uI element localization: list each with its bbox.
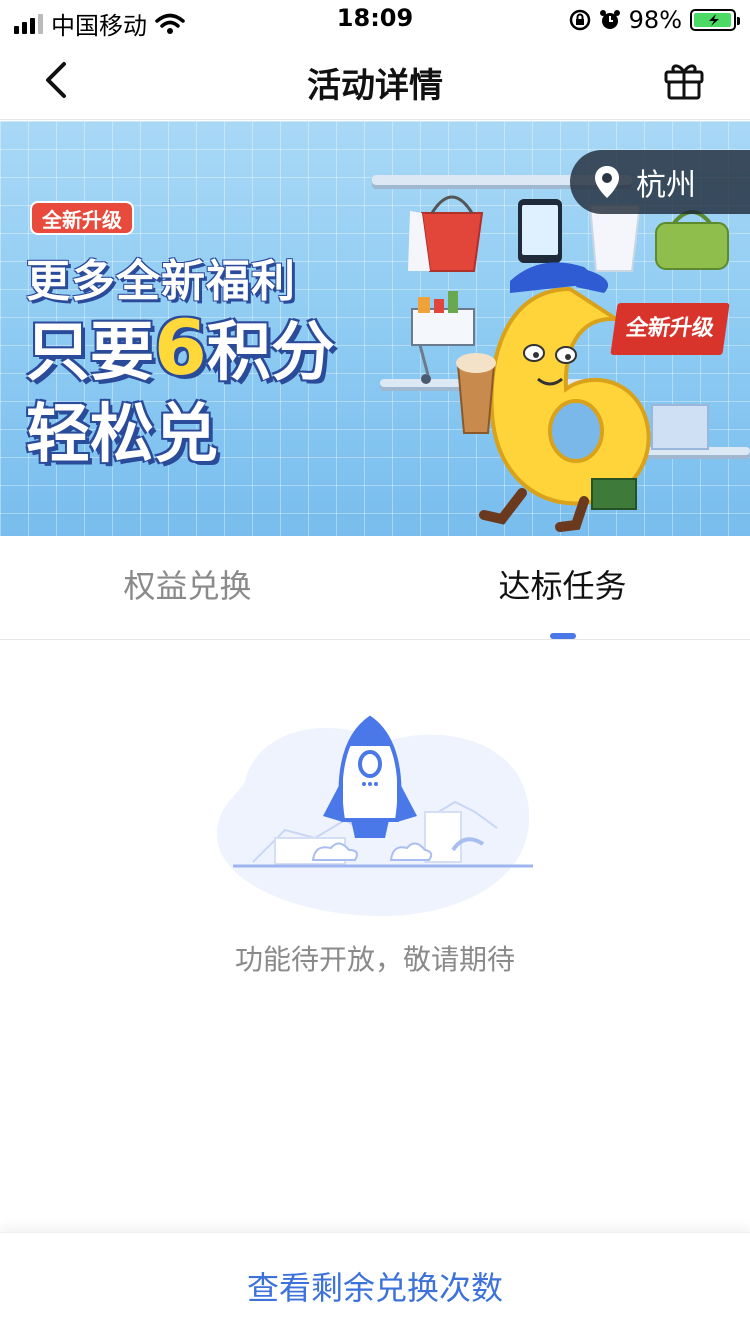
banner-points-number: 6 [154,303,207,392]
orientation-lock-icon [569,9,590,31]
status-bar: 中国移动 18:09 98% [0,0,750,40]
bottom-action-bar: 查看剩余兑换次数 [0,1232,750,1334]
map-pin-icon [595,166,619,198]
view-remaining-exchanges-button[interactable]: 查看剩余兑换次数 [0,1263,750,1309]
location-selector[interactable]: 杭州 [570,150,750,214]
status-right: 98% [569,6,740,34]
page-title: 活动详情 [307,66,443,106]
rocket-illustration [216,715,533,917]
tab-active-indicator [549,633,576,639]
gift-icon[interactable] [662,58,706,102]
navigation-bar: 活动详情 [0,40,750,120]
banner-suffix: 积分 [206,316,335,390]
banner-subheadline: 只要6积分 [26,301,335,393]
tab-target-tasks[interactable]: 达标任务 [375,536,750,639]
battery-level [694,13,732,27]
banner-headline: 更多全新福利 [26,256,296,307]
empty-state-message: 功能待开放，敬请期待 [234,943,515,976]
location-label: 杭州 [636,168,696,203]
tab-bar: 权益兑换 达标任务 [0,536,750,640]
tab-label: 权益兑换 [123,567,252,605]
activity-detail-page: 中国移动 18:09 98% 活动详情 全新升级 更多全新福利 只要6积分 轻松… [0,0,750,1334]
battery-percent: 98% [628,6,682,34]
banner-tagline: 轻松兑 [26,398,218,472]
banner-badge: 全新升级 [30,201,134,235]
tab-rights-exchange[interactable]: 权益兑换 [0,536,375,639]
promo-banner[interactable]: 全新升级 更多全新福利 只要6积分 轻松兑 全新升级 杭州 [0,121,750,536]
banner-rack-tag: 全新升级 [610,303,730,355]
banner-prefix: 只要 [26,316,154,390]
tab-label: 达标任务 [498,567,627,605]
alarm-icon [599,10,620,29]
battery-icon [690,9,740,31]
